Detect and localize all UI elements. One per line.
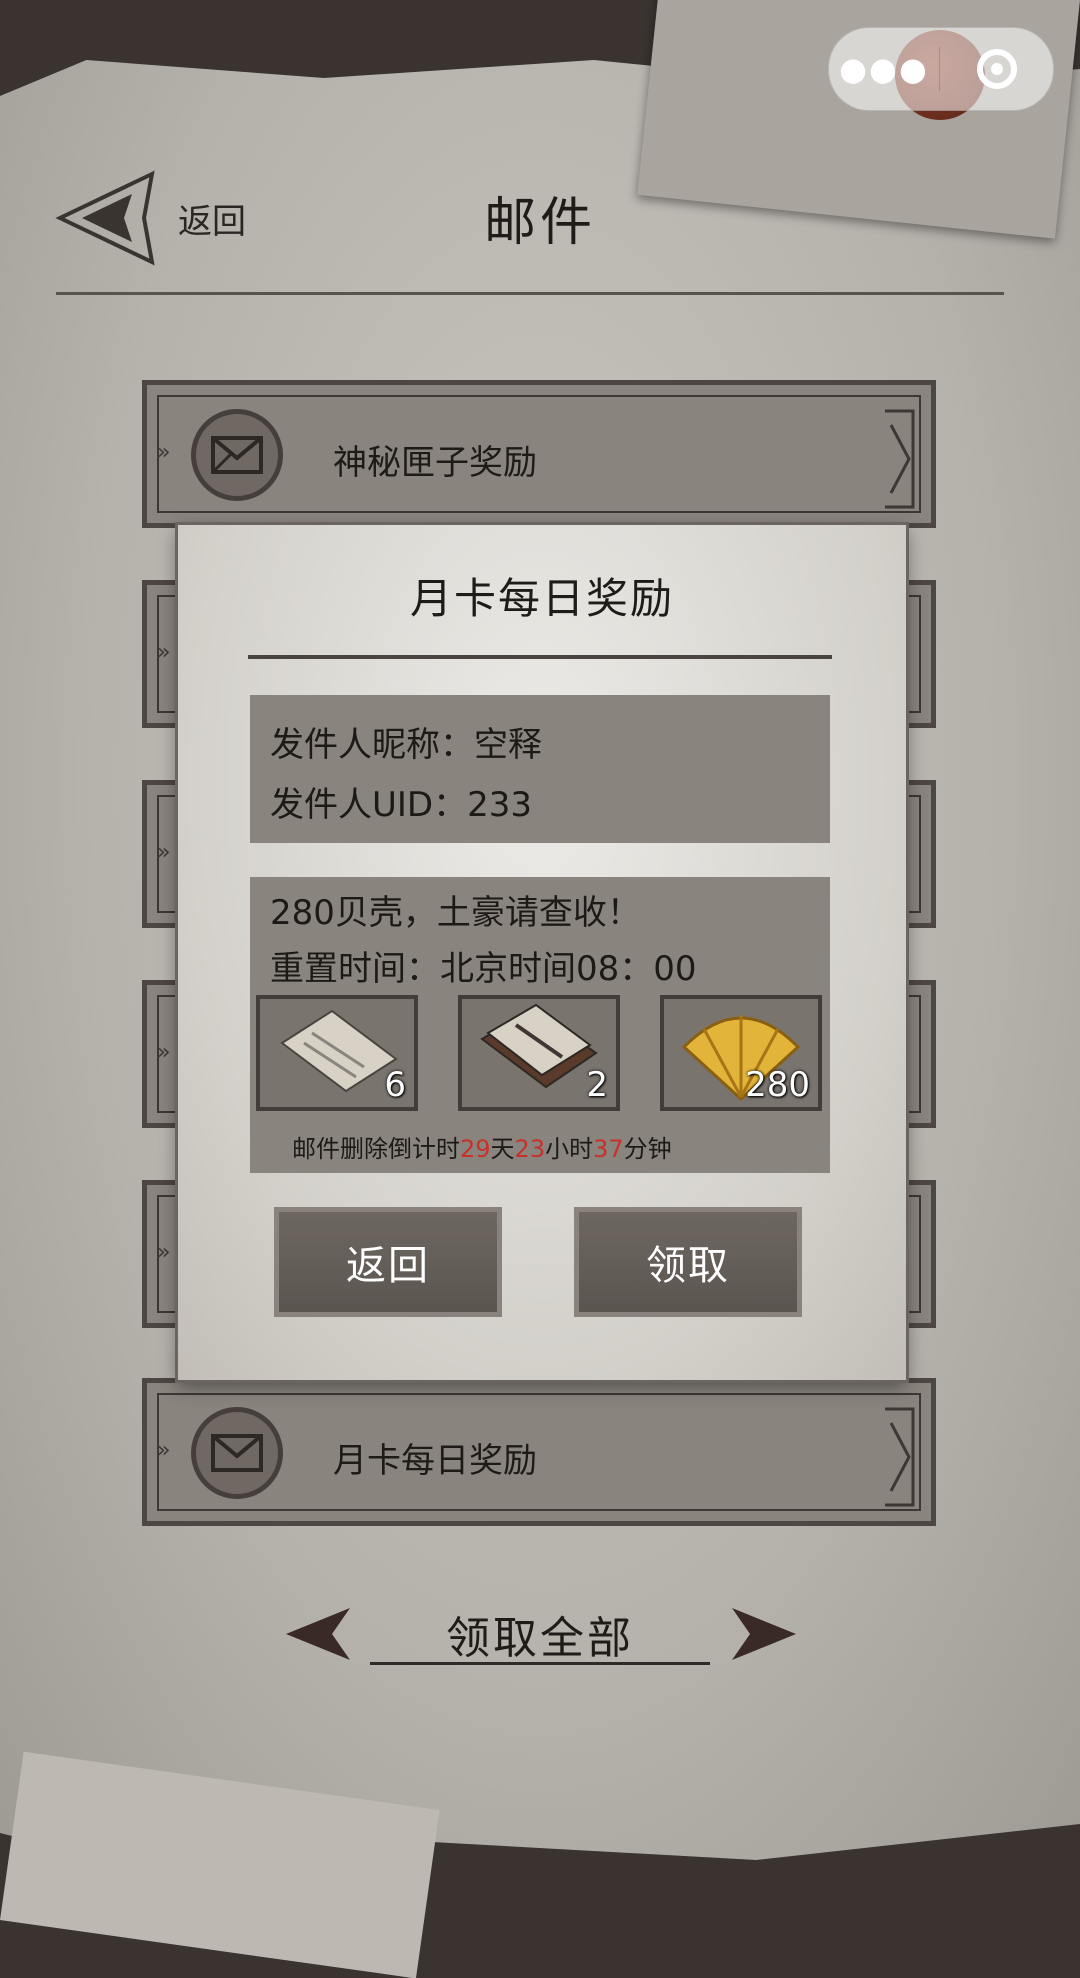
sender-info-panel: 发件人昵称：空释 发件人UID：233 [250,695,830,843]
modal-back-button[interactable]: 返回 [274,1207,502,1317]
corner-ornament-icon [885,409,915,509]
mail-subject: 月卡每日奖励 [333,1441,537,1481]
chevron-right-icon: » [157,1040,171,1065]
claim-all-button[interactable]: 领取全部 [0,1602,1080,1666]
sender-nickname: 发件人昵称：空释 [270,725,542,765]
delete-countdown: 邮件删除倒计时29天23小时37分钟 [292,1135,672,1163]
page-title: 邮件 [483,193,596,253]
mail-item[interactable]: » 神秘匣子奖励 [142,380,936,528]
reward-item[interactable]: 6 [256,995,418,1111]
header-divider [56,292,1004,295]
claim-button[interactable]: 领取 [574,1207,802,1317]
mail-item[interactable]: » 月卡每日奖励 [142,1378,936,1526]
close-miniprogram-button[interactable] [940,49,1053,89]
chevron-right-icon: » [157,1438,171,1463]
modal-title: 月卡每日奖励 [409,574,674,623]
more-icon[interactable]: ●●● [829,50,939,88]
claim-all-underline [370,1662,710,1665]
reward-item[interactable]: 2 [458,995,620,1111]
next-page-icon[interactable] [730,1606,796,1662]
sender-uid: 发件人UID：233 [270,785,532,825]
target-icon [976,49,1017,89]
chevron-right-icon: » [157,840,171,865]
corner-ornament-icon [885,1407,915,1507]
chevron-right-icon: » [157,1240,171,1265]
reward-count: 6 [384,1065,406,1105]
reward-count: 2 [586,1065,608,1105]
reward-count: 280 [745,1065,810,1105]
chevron-right-icon: » [157,640,171,665]
miniprogram-capsule: ●●● [828,27,1054,111]
mail-detail-modal: 月卡每日奖励 发件人昵称：空释 发件人UID：233 280贝壳，土豪请查收！ … [178,525,906,1380]
modal-divider [248,655,832,659]
envelope-icon [191,1407,283,1499]
mail-subject: 神秘匣子奖励 [333,443,537,483]
mail-message: 280贝壳，土豪请查收！ [270,893,641,933]
chevron-right-icon: » [157,440,171,465]
mail-content-panel: 280贝壳，土豪请查收！ 重置时间：北京时间08：00 6 2 280 邮件删除… [250,877,830,1173]
envelope-icon [191,409,283,501]
reset-time: 重置时间：北京时间08：00 [270,949,697,989]
reward-item[interactable]: 280 [660,995,822,1111]
